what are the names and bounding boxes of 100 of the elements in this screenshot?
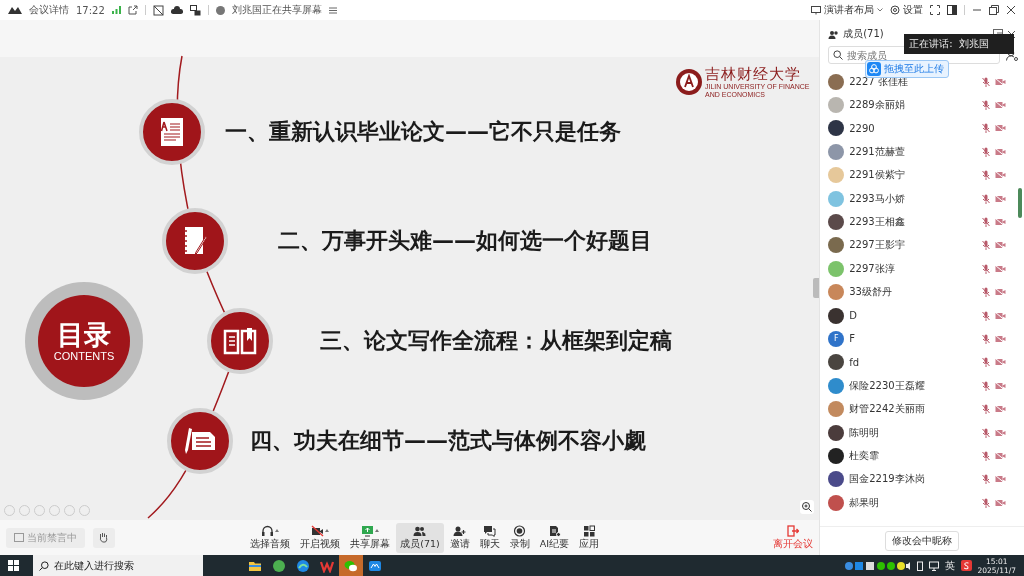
- muted-mic-icon[interactable]: [982, 217, 990, 228]
- camera-off-icon[interactable]: [995, 171, 1006, 180]
- camera-off-icon[interactable]: [995, 124, 1006, 133]
- muted-mic-icon[interactable]: [982, 474, 990, 485]
- member-name: 郝果明: [849, 495, 880, 510]
- camera-off-icon[interactable]: [995, 101, 1006, 110]
- muted-mic-icon[interactable]: [982, 404, 990, 415]
- member-row[interactable]: 郝果明: [828, 491, 1024, 515]
- upload-hint-badge[interactable]: 拖拽至此上传: [865, 60, 950, 78]
- toolbar-button[interactable]: 应用: [575, 522, 603, 553]
- windows-icon[interactable]: [189, 4, 201, 16]
- avatar-placeholder: [828, 284, 845, 301]
- search-field[interactable]: 搜索成员: [847, 49, 978, 61]
- member-row[interactable]: F F: [828, 327, 1024, 351]
- toolbar-button[interactable]: 聊天: [475, 522, 504, 553]
- scrollbar-thumb[interactable]: [1018, 188, 1022, 218]
- toolbar-button[interactable]: 成员(71): [396, 522, 444, 553]
- camera-off-icon[interactable]: [995, 194, 1006, 203]
- muted-mic-icon[interactable]: [982, 357, 990, 368]
- muted-mic-icon[interactable]: [982, 380, 990, 391]
- member-row[interactable]: 保险2230王磊耀: [828, 374, 1024, 398]
- member-row[interactable]: 国金2219李沐岗: [828, 467, 1024, 492]
- camera-off-icon[interactable]: [995, 147, 1006, 156]
- system-tray-icons[interactable]: [844, 560, 911, 571]
- camera-off-icon[interactable]: [995, 288, 1006, 297]
- avatar-placeholder: [828, 73, 845, 90]
- muted-mic-icon[interactable]: [982, 240, 990, 251]
- muted-mic-icon[interactable]: [982, 76, 990, 87]
- camera-off-icon[interactable]: [995, 358, 1006, 367]
- toolbar-button[interactable]: 共享屏幕: [346, 522, 395, 553]
- camera-off-icon[interactable]: [995, 311, 1006, 320]
- fullscreen-icon[interactable]: [930, 5, 940, 15]
- browser-icon: [296, 558, 310, 573]
- camera-off-icon[interactable]: [995, 77, 1006, 86]
- member-row[interactable]: 2297张淳: [828, 257, 1024, 281]
- camera-off-icon[interactable]: [995, 218, 1006, 227]
- camera-off-icon[interactable]: [995, 451, 1006, 460]
- caret-icon[interactable]: [325, 529, 330, 532]
- toolbar-button[interactable]: 开启视频: [296, 522, 345, 553]
- meeting-details-link[interactable]: 会议详情: [29, 3, 69, 17]
- cloud-icon[interactable]: [170, 5, 183, 15]
- restore-icon[interactable]: [989, 5, 999, 15]
- menu-icon[interactable]: [328, 6, 337, 14]
- settings-button[interactable]: 设置: [890, 3, 923, 17]
- toolbar-button[interactable]: 邀请: [445, 522, 474, 553]
- muted-mic-icon[interactable]: [982, 450, 990, 461]
- sidebar-icon[interactable]: [947, 5, 957, 15]
- member-name: 2290: [849, 122, 875, 134]
- toolbar-button[interactable]: 录制: [505, 522, 534, 553]
- layout-button[interactable]: 演讲者布局: [811, 3, 883, 17]
- member-row[interactable]: 2289余丽娟: [828, 93, 1024, 117]
- camera-off-icon[interactable]: [995, 405, 1006, 414]
- camera-off-icon[interactable]: [995, 335, 1006, 343]
- windows-start-icon[interactable]: [8, 560, 19, 571]
- input-method-indicator[interactable]: 英: [944, 558, 955, 573]
- share-link-icon[interactable]: [127, 5, 138, 15]
- camera-off-icon[interactable]: [995, 241, 1006, 250]
- member-row[interactable]: 2293马小娇: [828, 186, 1024, 211]
- leave-meeting-button[interactable]: 离开会议: [773, 524, 814, 551]
- member-row[interactable]: 2297王影宇: [828, 233, 1024, 258]
- muted-mic-icon[interactable]: [982, 287, 990, 298]
- camera-off-icon[interactable]: [995, 264, 1006, 273]
- muted-mic-icon[interactable]: [982, 310, 990, 321]
- camera-off-icon[interactable]: [995, 498, 1006, 507]
- member-row[interactable]: 财管2242关丽雨: [828, 397, 1024, 421]
- muted-mic-icon[interactable]: [982, 334, 990, 344]
- camera-off-icon[interactable]: [995, 475, 1006, 484]
- muted-mic-icon[interactable]: [982, 263, 990, 274]
- muted-mic-icon[interactable]: [982, 170, 990, 181]
- app-tray-icon[interactable]: [960, 560, 972, 571]
- member-row[interactable]: fd: [828, 350, 1024, 375]
- member-row[interactable]: 陈明明: [828, 420, 1024, 445]
- toolbar-button[interactable]: 选择音频: [246, 522, 295, 553]
- muted-mic-icon[interactable]: [982, 497, 990, 508]
- muted-mic-icon[interactable]: [982, 123, 990, 134]
- toolbar-button[interactable]: AI纪要: [535, 522, 573, 553]
- muted-mic-icon[interactable]: [982, 193, 990, 204]
- member-row[interactable]: 2290: [828, 116, 1024, 141]
- taskbar-search-field[interactable]: 在此键入进行搜索: [54, 560, 194, 571]
- muted-mic-icon[interactable]: [982, 146, 990, 157]
- raise-hand-button[interactable]: [93, 527, 115, 548]
- zoom-in-icon[interactable]: [800, 500, 814, 514]
- member-row[interactable]: 33级舒丹: [828, 280, 1024, 304]
- collapse-panel-handle[interactable]: [813, 278, 820, 298]
- member-row[interactable]: 2293王相鑫: [828, 210, 1024, 234]
- muted-mic-icon[interactable]: [982, 100, 990, 111]
- muted-mic-icon[interactable]: [982, 427, 990, 438]
- caret-icon[interactable]: [275, 529, 280, 532]
- network-icon[interactable]: [152, 4, 164, 16]
- member-row[interactable]: 2291范赫萱: [828, 140, 1024, 164]
- camera-off-icon[interactable]: [995, 428, 1006, 437]
- member-row[interactable]: 杜奕霏: [828, 444, 1024, 468]
- taskbar-search-box[interactable]: 在此键入进行搜索: [33, 555, 203, 576]
- member-row[interactable]: D: [828, 303, 1024, 328]
- rename-button[interactable]: 修改会中昵称: [885, 531, 960, 551]
- camera-off-icon[interactable]: [995, 381, 1006, 390]
- close-icon[interactable]: [1007, 29, 1016, 39]
- close-icon[interactable]: [1006, 5, 1016, 15]
- caret-icon[interactable]: [375, 529, 380, 532]
- member-row[interactable]: 2291侯紫宁: [828, 163, 1024, 187]
